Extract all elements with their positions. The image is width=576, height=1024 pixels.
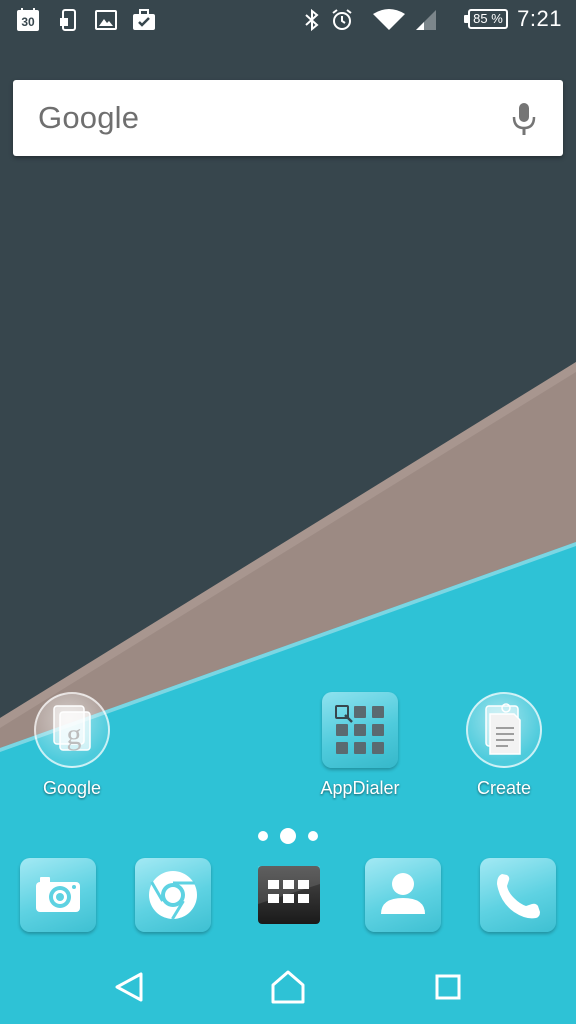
mic-icon[interactable] [511,102,537,136]
dock-chrome[interactable] [135,858,211,932]
back-icon[interactable] [103,962,153,1012]
dock-contacts[interactable] [365,858,441,932]
battery-icon: 85 % [464,9,510,31]
page-indicator [0,826,576,846]
calendar-icon: 30 [16,8,40,32]
camera-icon [36,877,80,912]
app-create[interactable]: Create [439,692,569,812]
bluetooth-icon [300,8,324,32]
app-label: Create [476,778,532,798]
work-briefcase-icon [132,8,156,32]
page-dot [308,831,318,841]
home-icon[interactable] [263,962,313,1012]
recents-icon[interactable] [423,962,473,1012]
app-drawer-icon [258,866,320,924]
google-search-bar[interactable]: Google [13,80,563,156]
phone-icon [497,874,540,919]
chrome-icon [149,871,197,920]
google-logo: Google [38,100,140,135]
app-label: AppDialer [320,778,400,798]
calendar-day: 30 [21,15,35,29]
svg-text:g: g [67,718,82,751]
dock-app-drawer[interactable] [251,858,327,932]
cell-signal-icon [414,8,438,32]
image-icon [94,8,118,32]
google-folder-icon[interactable]: g [34,692,110,768]
status-bar: 30 85 % 7:21 [0,0,576,40]
page-dot-current [280,828,296,844]
app-label: Google [42,778,102,798]
dock-phone[interactable] [480,858,556,932]
wifi-icon [372,8,406,32]
battery-percent: 85 % [473,11,503,26]
page-dot [258,831,268,841]
contacts-icon [381,873,425,914]
alarm-icon [330,8,354,32]
app-google[interactable]: g Google [7,692,137,812]
phone-sim-icon [57,8,81,32]
dock-camera[interactable] [20,858,96,932]
create-folder-icon[interactable] [466,692,542,768]
app-appdialer[interactable]: AppDialer [295,692,425,812]
clock: 7:21 [517,6,562,31]
app-dialer-icon[interactable] [322,692,398,768]
navigation-bar [0,948,576,1024]
